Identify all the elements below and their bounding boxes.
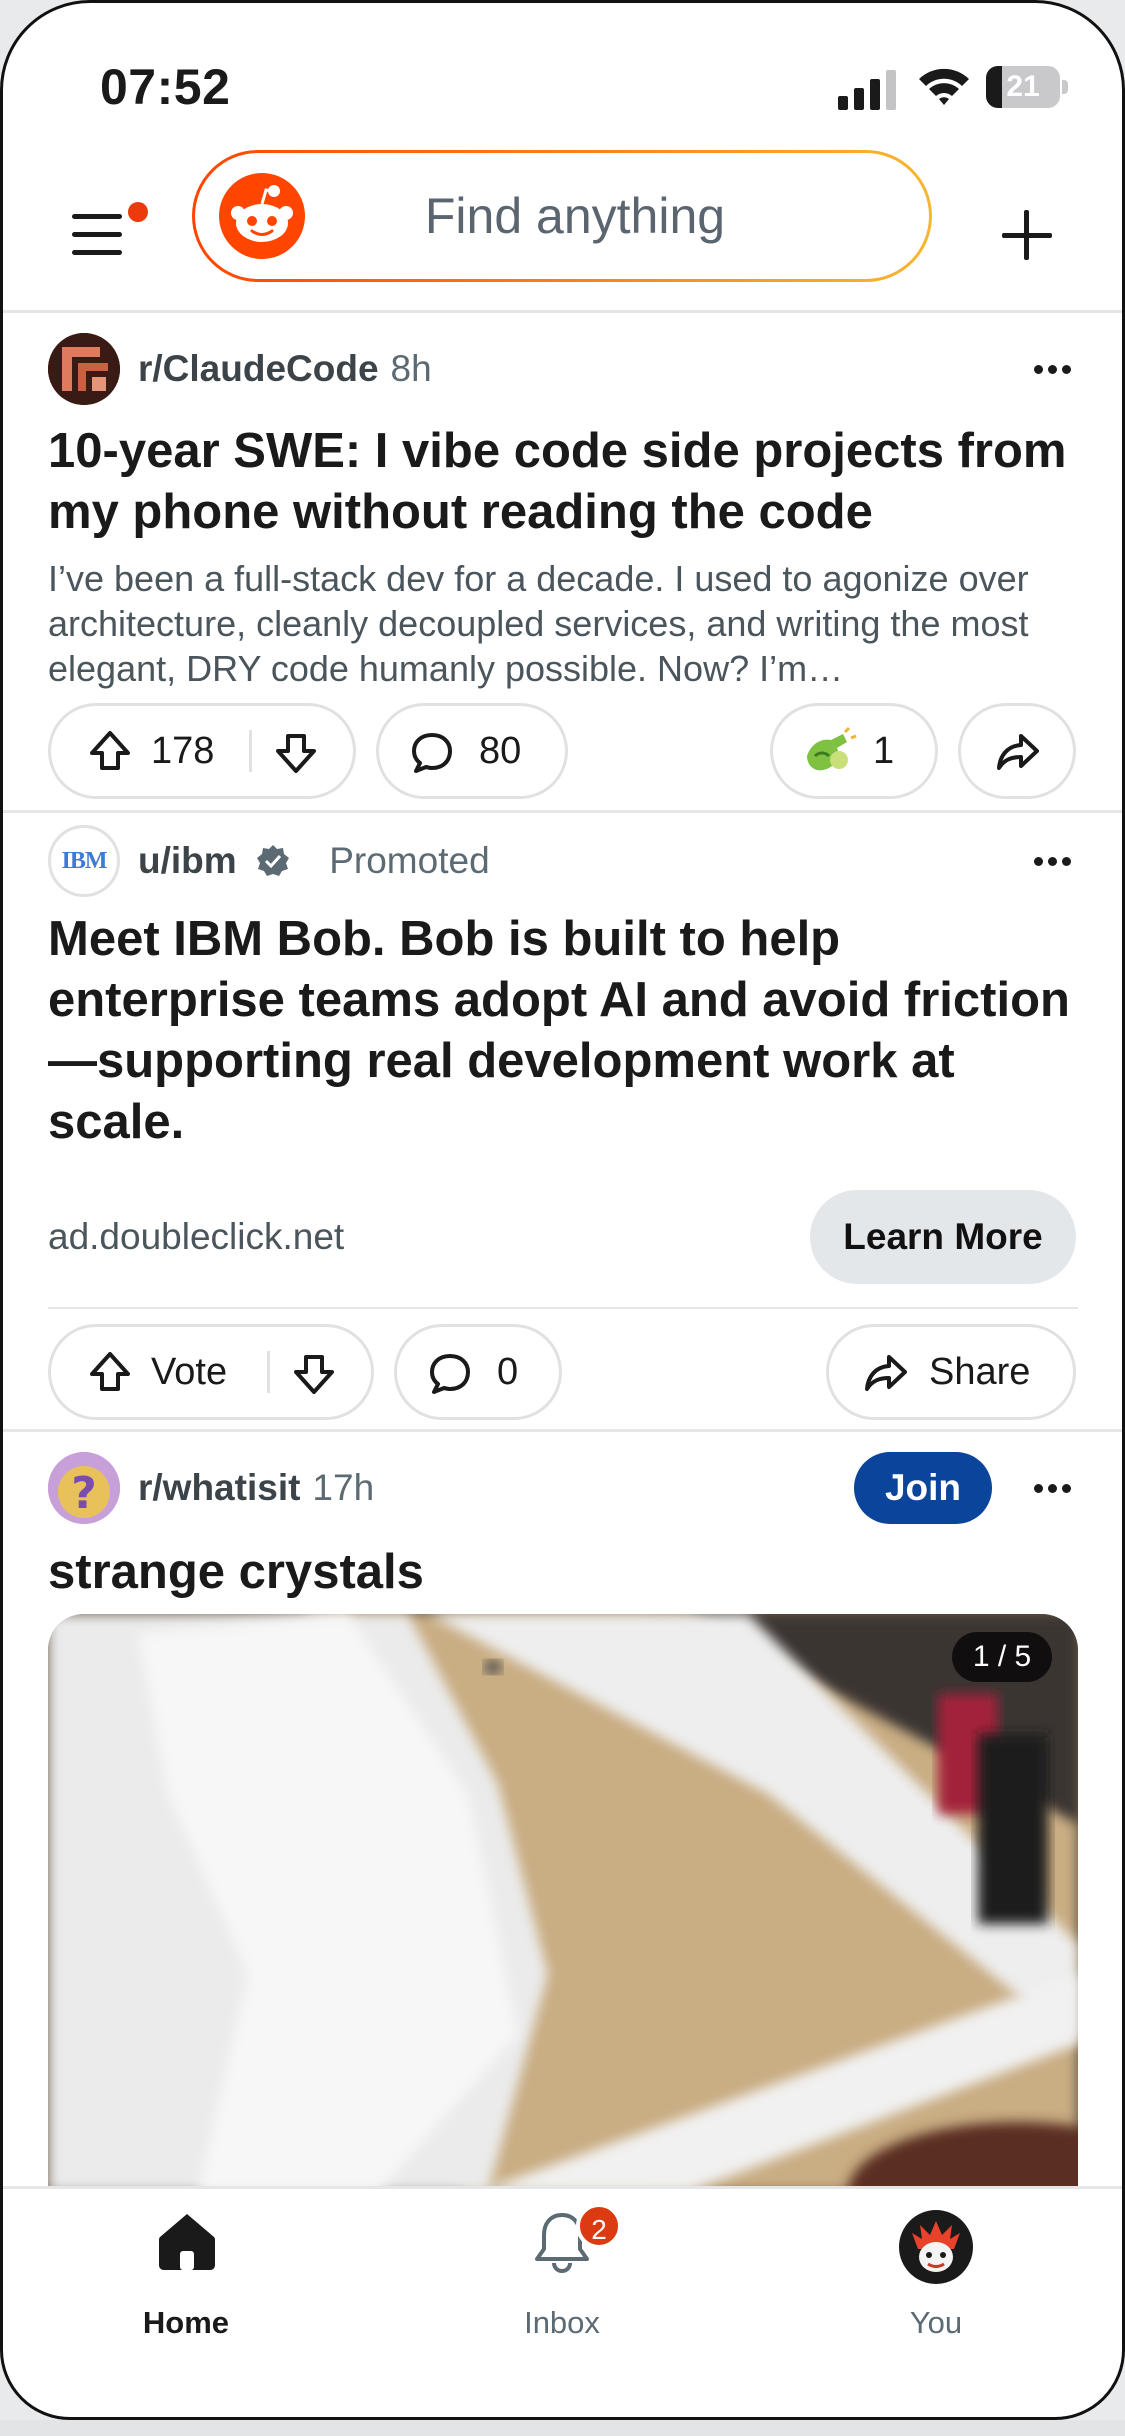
comment-count: 0: [497, 1351, 519, 1393]
ad-domain[interactable]: ad.doubleclick.net: [48, 1192, 344, 1282]
user-avatar-icon: [899, 2210, 973, 2284]
status-bar: 07:52 21: [0, 0, 1125, 150]
tab-you[interactable]: You: [836, 2189, 1036, 2349]
ibm-logo: IBM: [61, 847, 108, 874]
gallery-counter: 1 / 5: [952, 1632, 1052, 1682]
bottom-tab-bar: Home 2 Inbox You: [0, 2186, 1125, 2420]
post-image: [48, 1614, 1078, 2192]
learn-more-button[interactable]: Learn More: [810, 1190, 1076, 1284]
tab-inbox-label: Inbox: [524, 2305, 600, 2340]
menu-notification-dot: [128, 202, 148, 222]
post-meta: u/ibm Promoted: [138, 825, 490, 897]
subreddit-name[interactable]: r/ClaudeCode: [138, 348, 379, 389]
upvote-count: 178: [151, 730, 215, 772]
subreddit-avatar[interactable]: ?: [48, 1452, 120, 1524]
post-age: 8h: [390, 348, 432, 389]
comment-count: 80: [479, 730, 522, 772]
bottom-edge: [0, 2420, 1125, 2436]
svg-text:?: ?: [71, 1468, 97, 1519]
search-placeholder: Find anything: [424, 188, 726, 244]
more-options-icon[interactable]: [1030, 357, 1076, 381]
vote-pill: 178: [48, 703, 356, 799]
share-button[interactable]: [958, 703, 1076, 799]
comments-button[interactable]: 80: [376, 703, 568, 799]
join-button[interactable]: Join: [854, 1452, 992, 1524]
post-meta: r/whatisit 17h: [138, 1452, 374, 1524]
subreddit-name[interactable]: r/whatisit: [138, 1467, 300, 1508]
post-image-gallery[interactable]: 1 / 5: [48, 1614, 1078, 2192]
share-label: Share: [929, 1351, 1031, 1393]
post-meta: r/ClaudeCode 8h: [138, 333, 432, 405]
reddit-snoo-icon: [219, 173, 305, 259]
app-header: Find anything: [0, 150, 1125, 310]
more-options-icon[interactable]: [1030, 1476, 1076, 1500]
comment-icon: [412, 733, 452, 773]
home-icon: [159, 2214, 215, 2270]
feed-post[interactable]: ? r/whatisit 17h Join strange crystals 1…: [0, 1432, 1125, 2192]
battery-percent: 21: [1006, 70, 1040, 103]
vote-label: Vote: [151, 1351, 228, 1393]
upvote-icon[interactable]: [87, 728, 133, 774]
inbox-badge: 2: [576, 2203, 622, 2249]
menu-button[interactable]: [68, 200, 150, 272]
feed-post[interactable]: r/ClaudeCode 8h 10-year SWE: I vibe code …: [0, 313, 1125, 810]
promoted-label: Promoted: [329, 840, 490, 881]
award-button[interactable]: 1: [770, 703, 938, 799]
award-count: 1: [873, 730, 895, 772]
tab-you-label: You: [909, 2305, 963, 2340]
share-button[interactable]: Share: [826, 1324, 1076, 1420]
share-icon: [997, 734, 1039, 770]
cellular-signal-icon: [838, 70, 896, 110]
share-icon: [865, 1355, 907, 1391]
comments-button[interactable]: 0: [394, 1324, 562, 1420]
search-bar[interactable]: Find anything: [192, 150, 932, 282]
wifi-icon: [919, 68, 969, 105]
promoted-post[interactable]: IBM u/ibm Promoted Meet IBM Bob. Bob is …: [0, 813, 1125, 1429]
more-options-icon[interactable]: [1030, 849, 1076, 873]
tab-home[interactable]: Home: [86, 2189, 286, 2349]
post-excerpt[interactable]: I’ve been a full-stack dev for a decade.…: [48, 556, 1088, 691]
downvote-icon[interactable]: [273, 730, 319, 776]
battery-icon: 21: [986, 66, 1068, 108]
vote-pill: Vote: [48, 1324, 374, 1420]
comment-icon: [430, 1354, 470, 1394]
status-time: 07:52: [100, 59, 231, 115]
create-post-plus-icon[interactable]: [994, 202, 1060, 268]
tab-home-label: Home: [142, 2305, 230, 2340]
verified-badge-icon: [256, 845, 289, 876]
post-age: 17h: [312, 1467, 375, 1508]
upvote-icon[interactable]: [87, 1349, 133, 1395]
post-title[interactable]: strange crystals: [48, 1542, 1078, 1603]
ad-divider: [48, 1307, 1078, 1309]
subreddit-avatar[interactable]: [48, 333, 120, 405]
downvote-icon[interactable]: [291, 1351, 337, 1397]
tab-inbox[interactable]: 2 Inbox: [462, 2189, 662, 2349]
author-name[interactable]: u/ibm: [138, 840, 237, 881]
phone-screen: 07:52 21 Find anything r/ClaudeCode 8h 1…: [0, 0, 1125, 2420]
ad-title[interactable]: Meet IBM Bob. Bob is built to help enter…: [48, 909, 1078, 1153]
ibm-avatar[interactable]: IBM: [48, 825, 120, 897]
award-icon: [807, 726, 857, 771]
post-title[interactable]: 10-year SWE: I vibe code side projects f…: [48, 421, 1078, 543]
